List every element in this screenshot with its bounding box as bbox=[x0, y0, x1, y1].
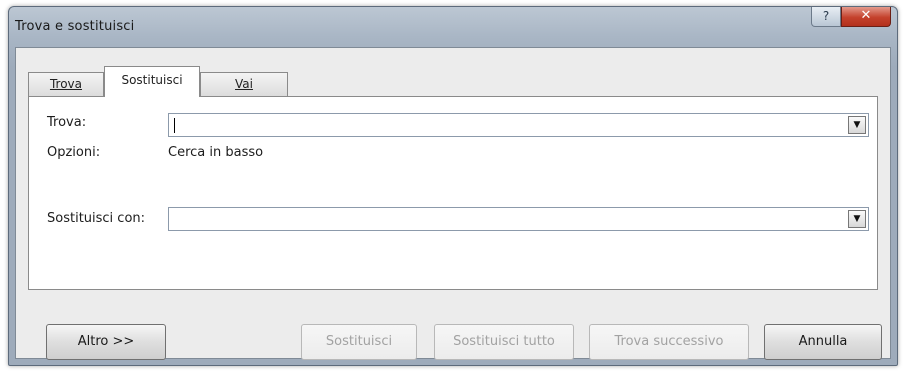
options-label: Opzioni: bbox=[47, 145, 101, 160]
help-icon: ? bbox=[822, 9, 830, 23]
tab-label: Sostituisci bbox=[121, 73, 183, 87]
tab-vai[interactable]: Vai bbox=[200, 72, 288, 96]
replace-button[interactable]: Sostituisci bbox=[301, 324, 417, 360]
window-title: Trova e sostituisci bbox=[15, 19, 135, 34]
help-button[interactable]: ? bbox=[811, 7, 841, 27]
find-next-button[interactable]: Trova successivo bbox=[589, 324, 749, 360]
title-bar[interactable]: Trova e sostituisci ? ✕ bbox=[9, 7, 897, 47]
options-value: Cerca in basso bbox=[168, 145, 264, 160]
find-combobox[interactable]: ▼ bbox=[168, 113, 869, 137]
tab-label: Vai bbox=[235, 77, 253, 91]
close-button[interactable]: ✕ bbox=[841, 7, 891, 27]
more-button[interactable]: Altro >> bbox=[46, 324, 166, 360]
tab-trova[interactable]: Trova bbox=[28, 72, 104, 96]
chevron-down-icon: ▼ bbox=[853, 120, 861, 130]
replace-input[interactable] bbox=[173, 210, 842, 228]
cancel-button[interactable]: Annulla bbox=[764, 324, 882, 360]
tab-label: Trova bbox=[49, 77, 83, 91]
find-input[interactable] bbox=[173, 116, 842, 134]
replace-combobox[interactable]: ▼ bbox=[168, 207, 869, 231]
replace-all-button[interactable]: Sostituisci tutto bbox=[434, 324, 574, 360]
tab-sostituisci[interactable]: Sostituisci bbox=[104, 66, 200, 97]
find-replace-dialog: Trova e sostituisci ? ✕ Trova Sostituisc… bbox=[8, 6, 898, 366]
chevron-down-icon: ▼ bbox=[853, 214, 861, 224]
dialog-body: Trova Sostituisci Vai Trova: ▼ Opzioni: … bbox=[15, 47, 891, 360]
text-cursor bbox=[174, 118, 175, 133]
replace-dropdown-button[interactable]: ▼ bbox=[848, 210, 866, 228]
find-dropdown-button[interactable]: ▼ bbox=[848, 116, 866, 134]
replace-label: Sostituisci con: bbox=[47, 211, 146, 226]
close-icon: ✕ bbox=[860, 8, 872, 23]
tab-panel-sostituisci: Trova: ▼ Opzioni: Cerca in basso Sostitu… bbox=[28, 96, 878, 290]
find-label: Trova: bbox=[47, 115, 87, 130]
